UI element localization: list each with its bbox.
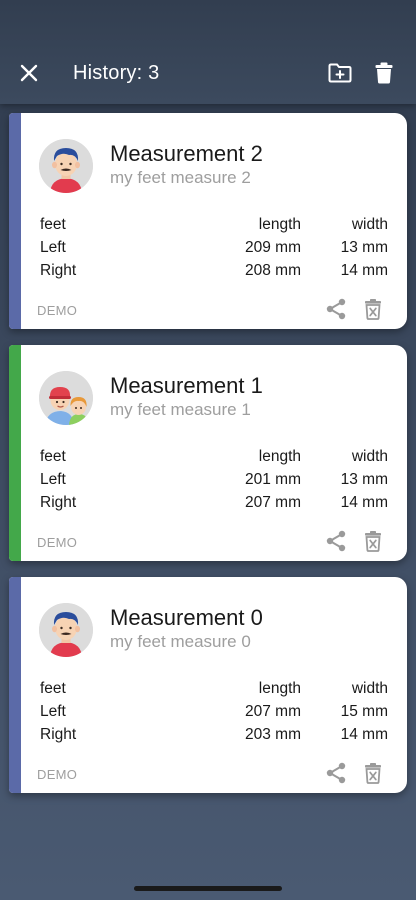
measurement-table: feet length width Left 209 mm 13 mm Righ… bbox=[40, 213, 390, 282]
demo-tag: DEMO bbox=[37, 535, 78, 550]
measurement-title: Measurement 2 bbox=[110, 141, 263, 166]
row-width: 14 mm bbox=[340, 726, 388, 743]
header-width: width bbox=[351, 448, 388, 465]
row-length: 201 mm bbox=[245, 471, 301, 488]
measurement-card[interactable]: Measurement 0 my feet measure 0 feet len… bbox=[9, 577, 407, 793]
measurement-table: feet length width Left 207 mm 15 mm Righ… bbox=[40, 677, 390, 746]
table-row: Left 207 mm 15 mm bbox=[40, 700, 390, 723]
row-label: Left bbox=[40, 703, 66, 720]
demo-tag: DEMO bbox=[37, 303, 78, 318]
header-length: length bbox=[258, 216, 301, 233]
row-length: 207 mm bbox=[245, 703, 301, 720]
delete-icon[interactable] bbox=[362, 762, 384, 784]
home-indicator[interactable] bbox=[134, 886, 282, 891]
row-label: Left bbox=[40, 471, 66, 488]
header-length: length bbox=[258, 680, 301, 697]
accent-bar bbox=[9, 577, 21, 793]
row-width: 13 mm bbox=[340, 471, 388, 488]
children-avatar-icon bbox=[39, 371, 93, 425]
table-row: Right 208 mm 14 mm bbox=[40, 259, 390, 282]
accent-bar bbox=[9, 113, 21, 329]
man-avatar-icon bbox=[39, 603, 93, 657]
measurement-table: feet length width Left 201 mm 13 mm Righ… bbox=[40, 445, 390, 514]
measurement-subtitle: my feet measure 2 bbox=[110, 168, 251, 187]
row-length: 207 mm bbox=[245, 494, 301, 511]
table-header: feet length width bbox=[40, 213, 390, 236]
row-length: 209 mm bbox=[245, 239, 301, 256]
measurement-card[interactable]: Measurement 2 my feet measure 2 feet len… bbox=[9, 113, 407, 329]
row-width: 14 mm bbox=[340, 494, 388, 511]
row-width: 14 mm bbox=[340, 262, 388, 279]
app-bar: History: 3 bbox=[0, 0, 416, 104]
table-row: Right 203 mm 14 mm bbox=[40, 723, 390, 746]
table-row: Left 201 mm 13 mm bbox=[40, 468, 390, 491]
share-icon[interactable] bbox=[325, 298, 347, 320]
row-width: 13 mm bbox=[340, 239, 388, 256]
delete-icon[interactable] bbox=[362, 298, 384, 320]
row-length: 208 mm bbox=[245, 262, 301, 279]
header-feet: feet bbox=[40, 680, 66, 697]
table-header: feet length width bbox=[40, 677, 390, 700]
row-width: 15 mm bbox=[340, 703, 388, 720]
row-label: Right bbox=[40, 726, 77, 743]
trash-icon[interactable] bbox=[370, 59, 398, 87]
header-width: width bbox=[351, 216, 388, 233]
measurement-subtitle: my feet measure 0 bbox=[110, 632, 251, 651]
demo-tag: DEMO bbox=[37, 767, 78, 782]
header-length: length bbox=[258, 448, 301, 465]
table-row: Left 209 mm 13 mm bbox=[40, 236, 390, 259]
folder-add-icon[interactable] bbox=[326, 59, 354, 87]
share-icon[interactable] bbox=[325, 762, 347, 784]
measurement-title: Measurement 1 bbox=[110, 373, 263, 398]
accent-bar bbox=[9, 345, 21, 561]
close-icon[interactable] bbox=[16, 60, 42, 86]
delete-icon[interactable] bbox=[362, 530, 384, 552]
table-row: Right 207 mm 14 mm bbox=[40, 491, 390, 514]
row-length: 203 mm bbox=[245, 726, 301, 743]
share-icon[interactable] bbox=[325, 530, 347, 552]
header-feet: feet bbox=[40, 448, 66, 465]
measurement-card[interactable]: Measurement 1 my feet measure 1 feet len… bbox=[9, 345, 407, 561]
measurement-subtitle: my feet measure 1 bbox=[110, 400, 251, 419]
page-title: History: 3 bbox=[73, 62, 160, 84]
table-header: feet length width bbox=[40, 445, 390, 468]
row-label: Right bbox=[40, 262, 77, 279]
header-width: width bbox=[351, 680, 388, 697]
row-label: Left bbox=[40, 239, 66, 256]
man-avatar-icon bbox=[39, 139, 93, 193]
header-feet: feet bbox=[40, 216, 66, 233]
row-label: Right bbox=[40, 494, 77, 511]
measurement-title: Measurement 0 bbox=[110, 605, 263, 630]
